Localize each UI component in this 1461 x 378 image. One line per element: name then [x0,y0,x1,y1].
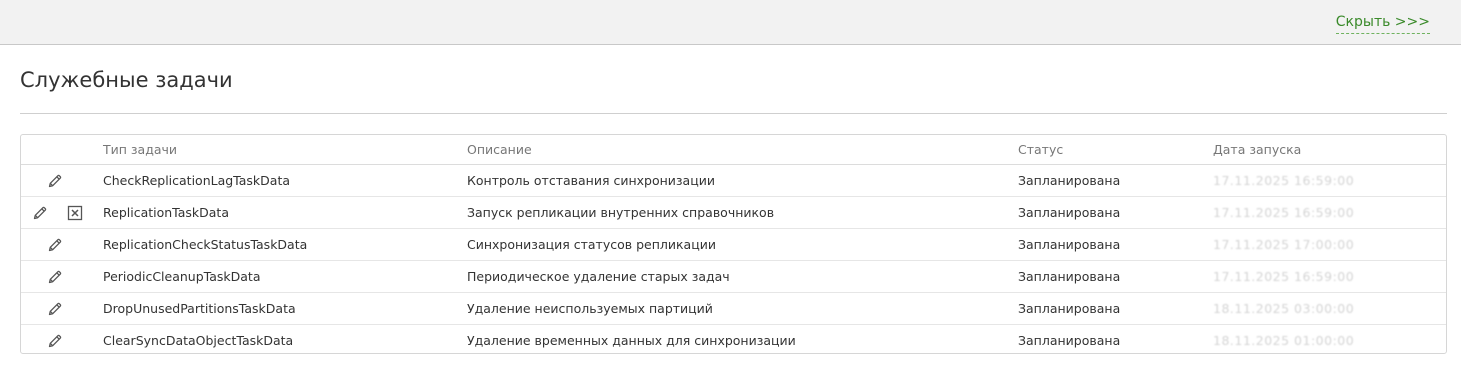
table-row: PeriodicCleanupTaskData Периодическое уд… [21,260,1446,293]
row-actions [21,164,103,197]
header-status[interactable]: Статус [1018,135,1213,165]
row-actions [21,325,103,357]
row-actions [21,228,103,261]
table-row: ClearSyncDataObjectTaskData Удаление вре… [21,325,1446,357]
table-row: ReplicationCheckStatusTaskData Синхрониз… [21,228,1446,261]
tasks-table-container: Тип задачи Описание Статус Дата запуска [20,134,1447,354]
pencil-icon[interactable] [47,237,63,253]
cell-status: Запланирована [1018,164,1213,197]
cell-status: Запланирована [1018,196,1213,229]
cell-task-type: CheckReplicationLagTaskData [103,164,467,197]
row-actions [21,196,103,229]
cell-status: Запланирована [1018,292,1213,325]
header-task-type[interactable]: Тип задачи [103,135,467,165]
cell-description: Синхронизация статусов репликации [467,228,1018,261]
top-bar: Скрыть >>> [0,0,1461,45]
cell-description: Периодическое удаление старых задач [467,260,1018,293]
title-divider [20,113,1447,114]
table-row: ReplicationTaskData Запуск репликации вн… [21,196,1446,229]
header-description[interactable]: Описание [467,135,1018,165]
cell-status: Запланирована [1018,260,1213,293]
row-actions [21,292,103,325]
cell-start-date: 18.11.2025 03:00:00 [1213,292,1446,325]
hide-panel-link[interactable]: Скрыть >>> [1335,13,1430,34]
pencil-icon[interactable] [47,173,63,189]
row-actions [21,260,103,293]
cell-start-date: 18.11.2025 01:00:00 [1213,333,1355,348]
pencil-icon[interactable] [47,301,63,317]
cell-status: Запланирована [1018,228,1213,261]
cell-description: Удаление временных данных для синхрониза… [467,333,796,348]
close-box-icon[interactable] [67,205,83,221]
page-title: Служебные задачи [20,68,233,92]
cell-task-type: ClearSyncDataObjectTaskData [103,333,294,348]
cell-task-type: ReplicationTaskData [103,196,467,229]
cell-description: Удаление неиспользуемых партиций [467,292,1018,325]
header-start-date[interactable]: Дата запуска [1213,135,1446,165]
cell-task-type: PeriodicCleanupTaskData [103,260,467,293]
cell-start-date: 17.11.2025 17:00:00 [1213,228,1446,261]
cell-start-date: 17.11.2025 16:59:00 [1213,260,1446,293]
cell-start-date: 17.11.2025 16:59:00 [1213,196,1446,229]
table-row: DropUnusedPartitionsTaskData Удаление не… [21,292,1446,325]
tasks-table: Тип задачи Описание Статус Дата запуска [21,135,1446,356]
header-actions [21,135,103,165]
cell-status: Запланирована [1018,333,1121,348]
table-header-row: Тип задачи Описание Статус Дата запуска [21,135,1446,165]
cell-start-date: 17.11.2025 16:59:00 [1213,164,1446,197]
table-row: CheckReplicationLagTaskData Контроль отс… [21,164,1446,197]
pencil-icon[interactable] [32,205,48,221]
pencil-icon[interactable] [47,269,63,285]
cell-description: Запуск репликации внутренних справочнико… [467,196,1018,229]
cell-description: Контроль отставания синхронизации [467,164,1018,197]
cell-task-type: DropUnusedPartitionsTaskData [103,292,467,325]
pencil-icon[interactable] [47,333,63,349]
cell-task-type: ReplicationCheckStatusTaskData [103,228,467,261]
